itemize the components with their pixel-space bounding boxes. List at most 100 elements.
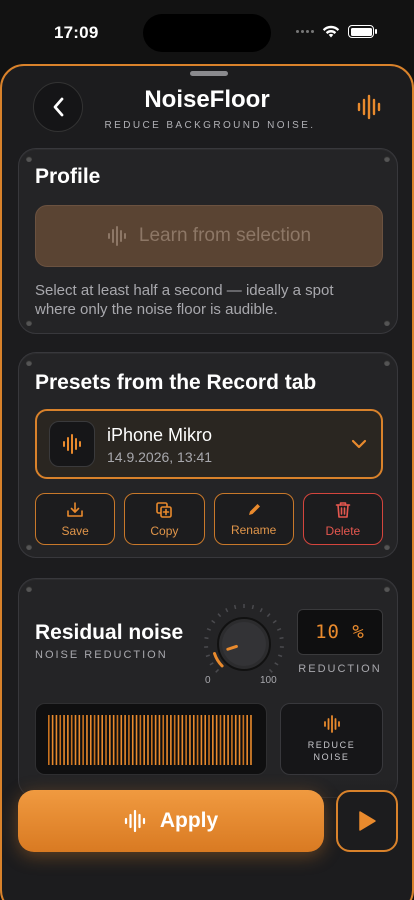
preset-date: 14.9.2026, 13:41: [107, 449, 213, 465]
preset-name: iPhone Mikro: [107, 425, 213, 445]
presets-card: Presets from the Record tab iPhone Mikro…: [18, 352, 398, 558]
dynamic-island: [143, 14, 271, 52]
meter-bar: [74, 715, 77, 765]
waveform-icon: [357, 94, 381, 120]
meter-bar: [105, 715, 107, 765]
meter-bar: [63, 715, 65, 765]
meter-bar: [154, 715, 157, 765]
meter-bar: [196, 715, 199, 765]
waveform-button[interactable]: [352, 90, 386, 124]
reduction-value-display: 10 %: [297, 609, 383, 655]
meter-bar: [219, 715, 222, 765]
knob-tick: [278, 654, 283, 658]
delete-button[interactable]: Delete: [302, 493, 383, 545]
meter-bar: [124, 715, 126, 765]
knob-tick: [259, 608, 263, 613]
meter-bar: [120, 715, 123, 765]
copy-button[interactable]: Copy: [124, 493, 205, 545]
meter-bar: [215, 715, 218, 765]
rename-label: Rename: [230, 522, 277, 537]
meter-bar: [101, 715, 104, 765]
learn-from-selection-button[interactable]: Learn from selection: [35, 205, 383, 267]
status-time: 17:09: [54, 23, 99, 42]
reduce-noise-button[interactable]: REDUCE NOISE: [280, 703, 383, 775]
meter-bar: [181, 715, 184, 765]
apply-label: Apply: [159, 809, 219, 832]
save-button[interactable]: Save: [35, 493, 116, 545]
residual-subtitle: NOISE REDUCTION: [35, 649, 168, 661]
knob-tick: [279, 637, 284, 640]
app-title: NoiseFloor: [144, 86, 270, 113]
meter-bar: [78, 715, 81, 765]
meter-bar: [250, 715, 252, 765]
knob-tick: [211, 619, 216, 624]
meter-bar: [93, 715, 96, 765]
knob-tick: [217, 613, 222, 618]
presets-title: Presets from the Record tab: [35, 371, 317, 394]
meter-bar: [238, 715, 241, 765]
meter-bar: [173, 715, 176, 765]
rename-button[interactable]: Rename: [213, 493, 294, 545]
knob-tick: [266, 613, 271, 618]
meter-bar: [223, 715, 226, 765]
signal-icon: [296, 30, 314, 33]
play-icon: [359, 811, 376, 831]
profile-card: Profile Learn from selection Select at l…: [18, 148, 398, 334]
reduction-label: REDUCTION: [298, 663, 382, 675]
knob-tick: [225, 608, 229, 613]
knob-min-label: 0: [205, 675, 211, 686]
meter-bar: [143, 715, 145, 765]
waveform-icon: [124, 809, 145, 833]
meter-bar: [246, 715, 248, 765]
knob-tick: [274, 662, 279, 666]
meter-bar: [227, 715, 229, 765]
sheet-grabber[interactable]: [190, 71, 228, 76]
copy-icon: [156, 501, 173, 518]
meter-bar: [166, 715, 168, 765]
knob-tick: [204, 637, 209, 640]
header: NoiseFloor REDUCE BACKGROUND NOISE.: [2, 80, 412, 140]
preset-dropdown[interactable]: iPhone Mikro 14.9.2026, 13:41: [35, 409, 383, 479]
meter-bar: [200, 715, 203, 765]
trash-icon: [335, 501, 351, 518]
meter-bar: [177, 715, 180, 765]
meter-bar: [208, 715, 210, 765]
pencil-icon: [248, 503, 260, 515]
meter-bar: [59, 715, 62, 765]
meter-bar: [135, 715, 138, 765]
knob-tick: [268, 668, 273, 673]
meter-bar: [97, 715, 100, 765]
meter-bar: [86, 715, 88, 765]
meter-bar: [151, 715, 153, 765]
play-button[interactable]: [336, 790, 398, 852]
meter-bar: [67, 715, 69, 765]
apply-button[interactable]: Apply: [18, 790, 324, 852]
meter-bar: [139, 715, 142, 765]
meter-bar: [112, 715, 115, 765]
profile-help-text: Select at least half a second — ideally …: [35, 282, 334, 318]
knob-tick: [206, 627, 212, 631]
noisefloor-sheet: NoiseFloor REDUCE BACKGROUND NOISE. Prof…: [0, 64, 414, 900]
delete-label: Delete: [325, 523, 361, 538]
knob-tick: [276, 627, 282, 631]
copy-label: Copy: [150, 523, 179, 538]
meter-bar: [116, 715, 119, 765]
meter-bar: [192, 715, 195, 765]
meter-bar: [89, 715, 92, 765]
status-bar: 17:09: [0, 0, 414, 60]
meter-bar: [158, 715, 161, 765]
meter-bar: [231, 715, 233, 765]
save-label: Save: [61, 523, 89, 538]
app-subtitle: REDUCE BACKGROUND NOISE.: [104, 120, 316, 131]
meter-bar: [185, 715, 187, 765]
preset-actions: Save Copy Rename Delete: [35, 493, 383, 545]
chevron-down-icon: [351, 439, 367, 449]
meter-bar: [147, 715, 149, 765]
profile-title: Profile: [35, 165, 101, 188]
meter-bar: [162, 715, 165, 765]
knob-tick: [209, 662, 214, 666]
knob-tick: [233, 604, 237, 610]
waveform-icon: [107, 226, 126, 246]
meter-bar: [212, 715, 214, 765]
meter-bar: [51, 715, 54, 765]
